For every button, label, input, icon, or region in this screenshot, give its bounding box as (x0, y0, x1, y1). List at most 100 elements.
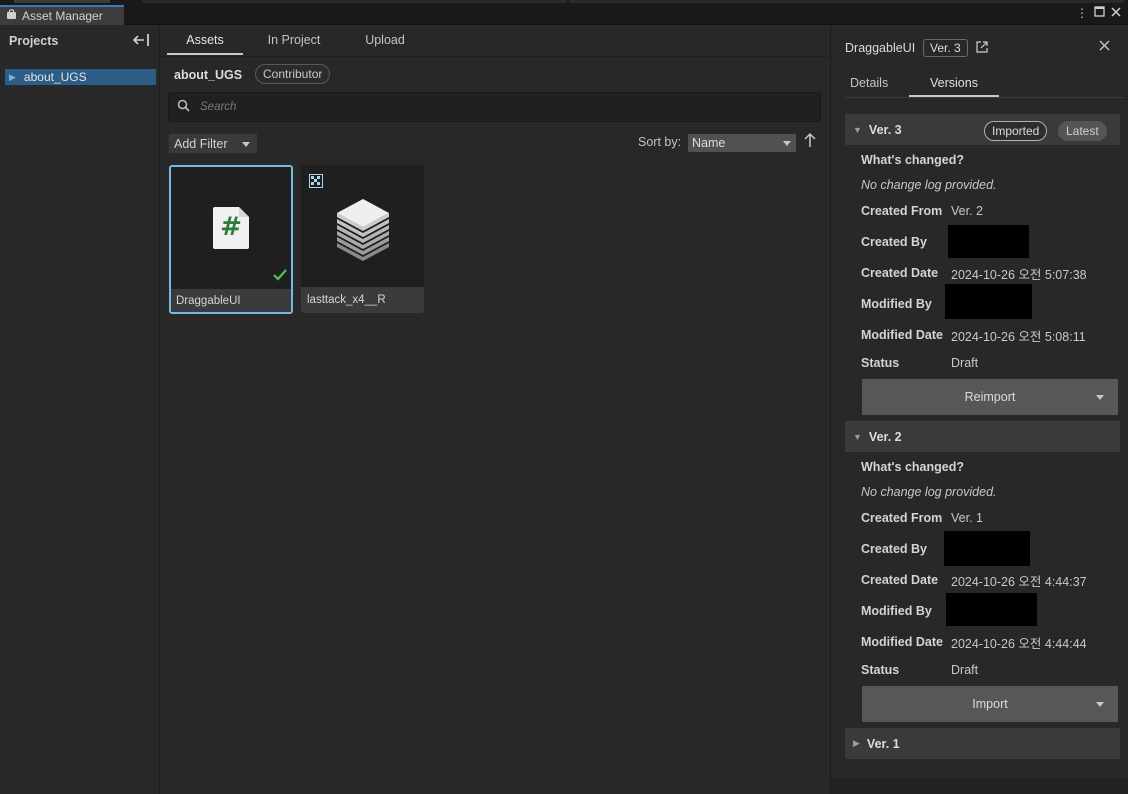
created-date-value: 2024-10-26 오전 4:44:37 (951, 574, 1087, 589)
imported-tag: Imported (984, 121, 1048, 141)
version-title: Ver. 1 (866, 736, 900, 751)
import-label: Import (972, 697, 1008, 711)
modified-date-row: Modified Date 2024-10-26 오전 5:08:11 (861, 327, 1086, 344)
whats-changed-row: What's changed? (861, 459, 964, 475)
tab-assets[interactable]: Assets (167, 33, 243, 55)
script-glyph: # (220, 212, 242, 242)
external-link-icon[interactable] (976, 41, 988, 53)
collapse-arrow-icon: ▼ (853, 124, 862, 135)
modified-date-label: Modified Date (861, 328, 943, 342)
created-date-value: 2024-10-26 오전 5:07:38 (951, 267, 1087, 282)
redacted-user (945, 284, 1032, 319)
modified-date-value: 2024-10-26 오전 4:44:44 (951, 636, 1087, 651)
add-filter-label: Add Filter (174, 136, 228, 151)
redacted-user (944, 531, 1030, 566)
asset-card-lasttack[interactable]: lasttack_x4__R (301, 165, 424, 313)
sidebar-item-label: about_UGS (23, 70, 87, 84)
tab-upload[interactable]: Upload (347, 33, 423, 55)
tab-details[interactable]: Details (850, 76, 888, 97)
status-row: Status Draft (861, 662, 978, 678)
asset-name: lasttack_x4__R (301, 287, 424, 313)
arrow-up-icon (804, 132, 816, 147)
search-input[interactable]: Search (168, 92, 821, 122)
status-value: Draft (951, 356, 979, 370)
modified-by-row: Modified By (861, 296, 951, 312)
texture-badge-icon (309, 174, 323, 191)
version-header-2[interactable]: ▼ Ver. 2 (845, 421, 1120, 452)
asset-tabs: Assets In Project Upload (161, 26, 829, 57)
maximize-icon[interactable] (1093, 6, 1105, 19)
created-date-label: Created Date (861, 573, 939, 587)
details-asset-name: DraggableUI (845, 41, 916, 55)
created-from-value: Ver. 1 (951, 511, 983, 525)
redacted-user (946, 593, 1037, 626)
more-options-icon[interactable]: ⋮ (1076, 7, 1088, 19)
sort-label: Sort by: (638, 135, 682, 149)
window-tab-label: Asset Manager (22, 9, 103, 23)
asset-thumbnail (301, 165, 424, 287)
created-date-row: Created Date 2024-10-26 오전 4:44:37 (861, 572, 1087, 589)
created-by-label: Created By (861, 235, 927, 249)
chevron-down-icon[interactable] (1096, 702, 1104, 707)
expand-arrow-icon[interactable]: ▶ (9, 72, 16, 83)
redacted-user (948, 225, 1029, 258)
panel-footer (831, 778, 1128, 794)
add-filter-button[interactable]: Add Filter (168, 133, 258, 154)
import-button[interactable]: Import (861, 685, 1119, 723)
modified-by-label: Modified By (861, 604, 932, 618)
tab-divider (845, 97, 1125, 98)
whats-changed-row: What's changed? (861, 152, 964, 168)
latest-tag: Latest (1058, 121, 1107, 141)
version-title: Ver. 2 (868, 429, 902, 444)
created-from-row: Created From Ver. 2 (861, 203, 983, 219)
change-log-row: No change log provided. (861, 177, 997, 193)
sort-direction-button[interactable] (802, 132, 818, 152)
asset-card-draggableui[interactable]: # DraggableUI (169, 165, 293, 314)
reimport-button[interactable]: Reimport (861, 378, 1119, 416)
created-from-label: Created From (861, 204, 943, 218)
tab-strip-indicator (569, 0, 1124, 3)
sidebar-item-about-ugs[interactable]: ▶ about_UGS (5, 69, 156, 85)
asset-name: DraggableUI (171, 289, 291, 312)
expand-arrow-icon: ▶ (853, 738, 860, 748)
created-from-row: Created From Ver. 1 (861, 510, 983, 526)
asset-manager-icon (6, 9, 17, 23)
modified-date-value: 2024-10-26 오전 5:08:11 (951, 329, 1086, 344)
sort-select-value: Name (692, 136, 726, 150)
status-value: Draft (951, 663, 979, 677)
close-window-icon[interactable] (1110, 6, 1122, 19)
stacked-layers-icon (334, 199, 392, 264)
modified-date-label: Modified Date (861, 635, 943, 649)
window-tab-asset-manager[interactable]: Asset Manager (0, 5, 124, 25)
project-name: about_UGS (174, 68, 243, 82)
created-from-value: Ver. 2 (951, 204, 983, 218)
projects-sidebar: Projects ▶ about_UGS (0, 26, 160, 794)
modified-date-row: Modified Date 2024-10-26 오전 4:44:44 (861, 634, 1087, 651)
change-log-text: No change log provided. (861, 178, 997, 192)
tab-strip-indicator (14, 0, 110, 3)
check-icon (273, 269, 287, 284)
details-panel: DraggableUI Ver. 3 Details Versions ▼ Ve… (830, 26, 1128, 794)
modified-by-label: Modified By (861, 297, 932, 311)
chevron-down-icon (242, 142, 250, 147)
tab-versions[interactable]: Versions (909, 76, 999, 97)
status-label: Status (861, 663, 900, 677)
chevron-down-icon[interactable] (1096, 395, 1104, 400)
reimport-label: Reimport (964, 390, 1016, 404)
tab-in-project[interactable]: In Project (253, 33, 335, 55)
change-log-row: No change log provided. (861, 484, 997, 500)
created-by-row: Created By (861, 541, 951, 557)
version-header-3[interactable]: ▼ Ver. 3 Imported Latest (845, 114, 1120, 145)
created-date-row: Created Date 2024-10-26 오전 5:07:38 (861, 265, 1087, 282)
csharp-script-icon: # (213, 207, 249, 249)
version-header-1[interactable]: ▶ Ver. 1 (845, 728, 1120, 759)
sort-select[interactable]: Name (687, 133, 797, 153)
version-title: Ver. 3 (868, 122, 902, 137)
close-icon[interactable] (1099, 38, 1110, 55)
created-by-label: Created By (861, 542, 927, 556)
collapse-left-icon[interactable] (132, 33, 150, 50)
whats-changed-label: What's changed? (861, 460, 964, 474)
created-by-row: Created By (861, 234, 951, 250)
change-log-text: No change log provided. (861, 485, 997, 499)
projects-title: Projects (9, 34, 59, 48)
